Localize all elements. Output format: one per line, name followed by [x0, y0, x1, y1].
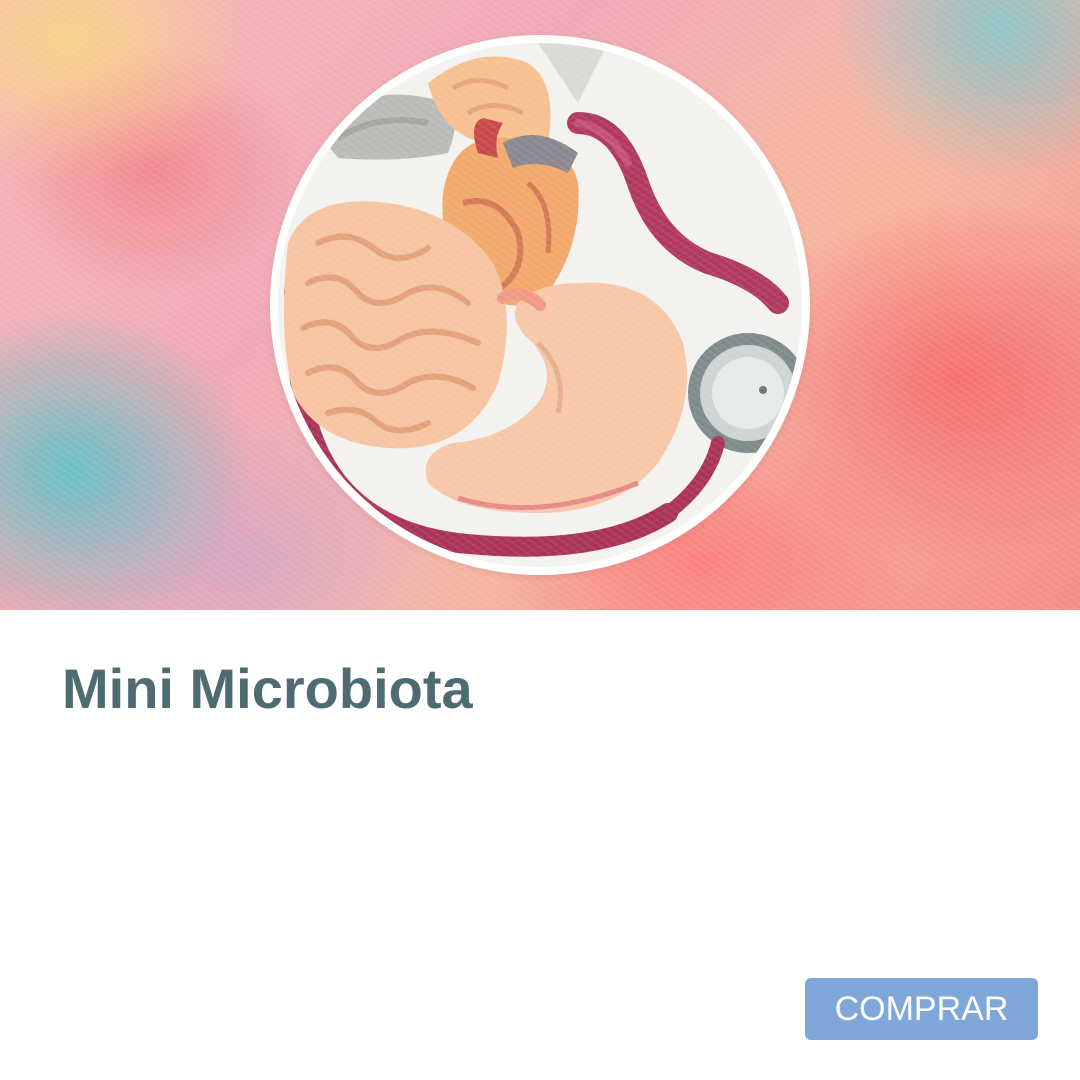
product-title: Mini Microbiota	[62, 657, 473, 720]
product-image-frame	[270, 35, 810, 575]
hero-watercolor-background	[0, 0, 1080, 610]
product-image	[278, 43, 802, 567]
product-card: Mini Microbiota COMPRAR	[0, 0, 1080, 1080]
buy-button[interactable]: COMPRAR	[805, 978, 1038, 1040]
